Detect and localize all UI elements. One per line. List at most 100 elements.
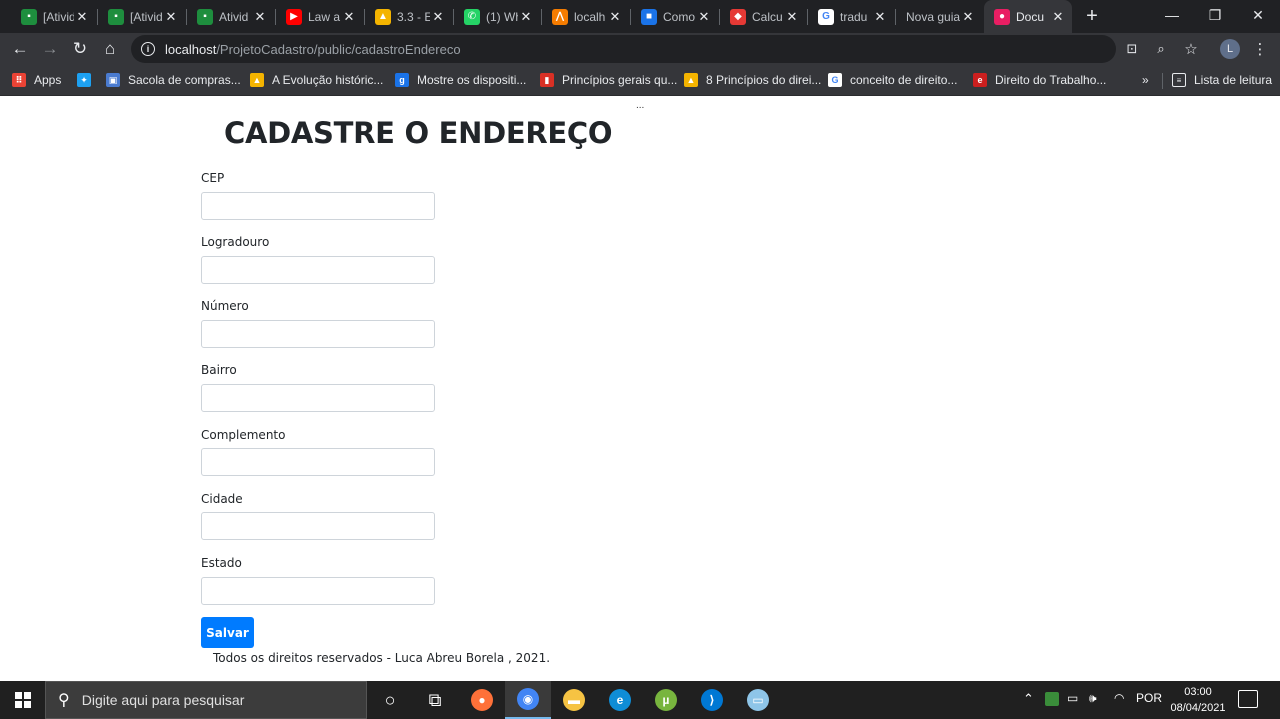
taskbar-app-button[interactable]: e: [597, 681, 643, 719]
taskbar-app-button[interactable]: ○: [367, 681, 413, 719]
taskbar-app-button[interactable]: ⧉: [412, 681, 458, 719]
restore-button[interactable]: ❐: [1192, 0, 1238, 30]
twitter-icon: ✦: [77, 73, 91, 87]
cube-icon: ■: [641, 8, 657, 25]
bookmark-item[interactable]: ▮ Princípios gerais qu...: [540, 71, 677, 89]
close-tab-icon[interactable]: ✕: [341, 9, 357, 25]
forward-arrow-icon[interactable]: →: [38, 37, 62, 61]
reading-list-button[interactable]: ≡ Lista de leitura: [1172, 71, 1272, 89]
tab-title: Ativid: [219, 9, 249, 24]
bookmark-item[interactable]: ✦: [77, 71, 91, 89]
browser-tab[interactable]: ▪ Ativid ✕: [187, 0, 274, 33]
close-tab-icon[interactable]: ✕: [960, 9, 976, 25]
home-icon[interactable]: ⌂: [98, 37, 122, 61]
close-tab-icon[interactable]: ✕: [872, 9, 888, 25]
bookmark-item[interactable]: ▲ A Evolução históric...: [250, 71, 383, 89]
site-info-icon[interactable]: i: [141, 42, 155, 56]
estado-input[interactable]: [201, 577, 435, 605]
close-tab-icon[interactable]: ✕: [163, 9, 179, 25]
browser-tab[interactable]: ● Docu ✕: [984, 0, 1072, 33]
bookmark-item[interactable]: ▣ Sacola de compras...: [106, 71, 241, 89]
bookmark-item[interactable]: ▲ 8 Princípios do direi...: [684, 71, 821, 89]
tab-title: Como: [663, 9, 696, 24]
address-bar[interactable]: i localhost/ProjetoCadastro/public/cadas…: [131, 35, 1116, 63]
browser-tab[interactable]: ■ Como ✕: [631, 0, 718, 33]
page-content: ... CADASTRE O ENDEREÇO CEP Logradouro N…: [0, 96, 1280, 681]
translate-icon[interactable]: ⊡: [1122, 39, 1142, 59]
profile-avatar[interactable]: L: [1220, 39, 1240, 59]
volume-icon[interactable]: 🕪: [1089, 691, 1097, 706]
logradouro-label: Logradouro: [201, 235, 270, 249]
tab-title: tradu: [840, 9, 868, 24]
taskbar-app-button[interactable]: ▬: [551, 681, 597, 719]
cidade-label: Cidade: [201, 492, 243, 506]
minimize-button[interactable]: —: [1149, 0, 1195, 30]
logradouro-input[interactable]: [201, 256, 435, 284]
close-tab-icon[interactable]: ✕: [430, 9, 446, 25]
taskbar-app-button[interactable]: ●: [459, 681, 505, 719]
close-tab-icon[interactable]: ✕: [607, 9, 623, 25]
battery-icon[interactable]: ▭: [1067, 691, 1078, 705]
bookmark-label: conceito de direito...: [850, 73, 958, 87]
taskbar-app-button[interactable]: ▭: [735, 681, 781, 719]
browser-tab[interactable]: ◆ Calcu ✕: [720, 0, 806, 33]
close-window-button[interactable]: ✕: [1235, 0, 1280, 30]
firefox-icon: ●: [471, 689, 493, 711]
close-tab-icon[interactable]: ✕: [252, 9, 268, 25]
bookmark-item[interactable]: e Direito do Trabalho...: [973, 71, 1106, 89]
start-button[interactable]: [0, 681, 45, 719]
xampp-icon: ⋀: [552, 8, 568, 25]
chevron-up-icon[interactable]: ⌃: [1023, 691, 1034, 707]
wifi-icon[interactable]: ◠: [1114, 691, 1124, 705]
zoom-icon[interactable]: ⌕: [1151, 39, 1171, 59]
bookmark-item[interactable]: Gconceito de direito...: [828, 71, 957, 89]
browser-tab[interactable]: ✆ (1) Wh✕: [454, 0, 540, 33]
browser-tab[interactable]: ▶ Law a ✕: [276, 0, 363, 33]
numero-label: Número: [201, 299, 249, 313]
bookmark-item[interactable]: ⠿ Apps: [12, 71, 61, 89]
tab-title: [Ativid: [130, 9, 163, 24]
bag-icon: ▣: [106, 73, 120, 87]
taskbar-app-button[interactable]: µ: [643, 681, 689, 719]
browser-tab[interactable]: Nova guia ✕: [896, 0, 982, 33]
browser-tab[interactable]: Gtradu ✕: [808, 0, 894, 33]
taskbar-search[interactable]: ⚲ Digite aqui para pesquisar: [45, 681, 367, 719]
file-explorer-icon: ▬: [563, 689, 585, 711]
bookmark-item[interactable]: g Mostre os dispositi...: [395, 71, 526, 89]
bairro-input[interactable]: [201, 384, 435, 412]
notification-center-icon[interactable]: [1238, 690, 1258, 708]
save-button[interactable]: Salvar: [201, 617, 254, 648]
youtube-icon: ▶: [286, 8, 302, 25]
more-bookmarks-button[interactable]: »: [1142, 71, 1149, 89]
new-tab-button[interactable]: +: [1082, 6, 1102, 26]
complemento-input[interactable]: [201, 448, 435, 476]
apps-grid-icon: ⠿: [12, 73, 26, 87]
numero-input[interactable]: [201, 320, 435, 348]
close-tab-icon[interactable]: ✕: [784, 9, 800, 25]
menu-kebab-icon[interactable]: ⋮: [1250, 39, 1270, 59]
reading-list-icon: ≡: [1172, 73, 1186, 87]
reload-icon[interactable]: ↻: [68, 37, 92, 61]
back-arrow-icon[interactable]: ←: [8, 37, 32, 61]
cidade-input[interactable]: [201, 512, 435, 540]
language-indicator[interactable]: POR: [1136, 691, 1162, 705]
taskbar-search-placeholder: Digite aqui para pesquisar: [81, 692, 245, 708]
page-ellipsis: ...: [636, 100, 645, 111]
taskbar-app-button[interactable]: ◉: [505, 681, 551, 719]
task-view-icon: ⧉: [428, 689, 442, 710]
browser-tab[interactable]: ⋀ localh ✕: [542, 0, 629, 33]
browser-tab[interactable]: ▲ 3.3 - E ✕: [365, 0, 452, 33]
close-tab-icon[interactable]: ✕: [518, 9, 534, 25]
system-clock[interactable]: 03:00 08/04/2021: [1166, 684, 1230, 716]
url-text[interactable]: localhost/ProjetoCadastro/public/cadastr…: [165, 42, 461, 57]
close-tab-icon[interactable]: ✕: [696, 9, 712, 25]
tray-app-icon[interactable]: [1045, 692, 1059, 706]
close-tab-icon[interactable]: ✕: [1050, 9, 1066, 25]
taskbar-app-button[interactable]: ⟩: [689, 681, 735, 719]
notepad-icon: ▭: [747, 689, 769, 711]
browser-tab[interactable]: ▪ [Ativid ✕: [98, 0, 185, 33]
close-tab-icon[interactable]: ✕: [74, 9, 90, 25]
bookmark-star-icon[interactable]: ☆: [1181, 39, 1201, 59]
browser-tab[interactable]: ▪ [Ativid ✕: [11, 0, 96, 33]
cep-input[interactable]: [201, 192, 435, 220]
